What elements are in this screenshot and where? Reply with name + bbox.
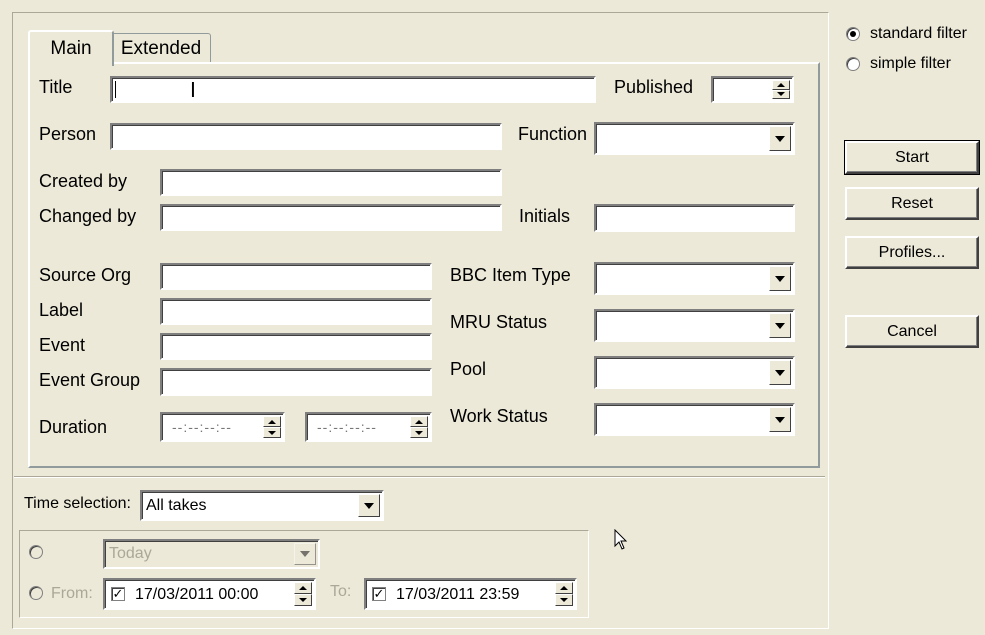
duration-from-spin-buttons[interactable]: [263, 416, 281, 438]
from-datetime-picker[interactable]: ✓ 17/03/2011 00:00: [103, 578, 316, 610]
to-datetime-value: 17/03/2011 23:59: [396, 586, 520, 603]
spin-down-icon[interactable]: [263, 427, 281, 438]
from-to-radio[interactable]: [29, 586, 43, 600]
spin-down-icon[interactable]: [772, 89, 790, 99]
mouse-pointer-icon: [614, 529, 628, 550]
tab-main-label: Main: [50, 38, 92, 59]
spin-down-icon[interactable]: [555, 594, 573, 606]
published-spinner[interactable]: [711, 76, 794, 103]
event-group-label: Event Group: [39, 370, 141, 390]
search-dialog: { "tabs": { "main": "Main", "extended": …: [0, 0, 985, 635]
text-cursor: [115, 81, 116, 98]
chevron-down-icon[interactable]: [358, 494, 380, 517]
simple-filter-label[interactable]: simple filter: [870, 55, 951, 73]
function-label: Function: [518, 124, 588, 144]
spin-down-icon[interactable]: [410, 427, 428, 438]
relative-time-value: Today: [109, 545, 152, 562]
label-input[interactable]: [160, 298, 432, 325]
pool-select[interactable]: [594, 356, 795, 389]
duration-from-spinner[interactable]: --:--:--:--: [160, 412, 285, 442]
radio-selected-dot: [850, 31, 856, 37]
from-label: From:: [51, 585, 93, 602]
profiles-button[interactable]: Profiles...: [845, 236, 979, 269]
separator: [14, 476, 825, 478]
event-input[interactable]: [160, 333, 432, 360]
initials-input[interactable]: [594, 204, 795, 232]
person-label: Person: [39, 124, 97, 144]
source-org-input[interactable]: [160, 263, 432, 290]
duration-to-spin-buttons[interactable]: [410, 416, 428, 438]
event-group-input[interactable]: [160, 368, 432, 396]
from-spin-buttons[interactable]: [294, 582, 312, 606]
to-enabled-checkbox[interactable]: ✓: [372, 587, 386, 601]
chevron-down-icon[interactable]: [769, 266, 791, 291]
label-label: Label: [39, 300, 84, 320]
time-selection-select[interactable]: All takes: [140, 490, 384, 521]
spin-up-icon[interactable]: [772, 80, 790, 90]
title-input[interactable]: I: [110, 76, 596, 103]
spin-up-icon[interactable]: [294, 582, 312, 594]
bbc-item-type-select[interactable]: [594, 262, 795, 295]
spin-up-icon[interactable]: [410, 416, 428, 427]
created-by-input[interactable]: [160, 169, 502, 196]
duration-label: Duration: [39, 417, 108, 437]
reset-button[interactable]: Reset: [845, 187, 979, 220]
mru-status-select[interactable]: [594, 309, 795, 342]
person-input[interactable]: [110, 123, 502, 150]
title-label: Title: [39, 77, 73, 97]
standard-filter-label[interactable]: standard filter: [870, 25, 967, 43]
chevron-down-icon[interactable]: [769, 126, 791, 151]
standard-filter-radio[interactable]: [846, 27, 860, 41]
ibeam-cursor-icon: I: [190, 78, 196, 102]
cancel-button[interactable]: Cancel: [845, 315, 979, 348]
chevron-down-icon[interactable]: [294, 543, 316, 565]
work-status-select[interactable]: [594, 403, 795, 436]
duration-from-value: --:--:--:--: [172, 419, 232, 435]
duration-to-spinner[interactable]: --:--:--:--: [305, 412, 432, 442]
from-enabled-checkbox[interactable]: ✓: [111, 587, 125, 601]
relative-time-radio[interactable]: [29, 545, 43, 559]
tab-extended-label: Extended: [120, 38, 202, 59]
changed-by-label: Changed by: [39, 206, 137, 226]
tab-main[interactable]: Main: [28, 30, 114, 66]
mru-status-label: MRU Status: [450, 312, 548, 332]
work-status-label: Work Status: [450, 406, 548, 426]
spin-up-icon[interactable]: [263, 416, 281, 427]
time-selection-label: Time selection:: [24, 495, 131, 512]
spin-up-icon[interactable]: [555, 582, 573, 594]
to-spin-buttons[interactable]: [555, 582, 573, 606]
from-datetime-value: 17/03/2011 00:00: [135, 586, 259, 603]
chevron-down-icon[interactable]: [769, 360, 791, 385]
to-label: To:: [330, 583, 352, 600]
time-selection-value: All takes: [146, 497, 207, 514]
pool-label: Pool: [450, 359, 487, 379]
duration-to-value: --:--:--:--: [317, 419, 377, 435]
chevron-down-icon[interactable]: [769, 407, 791, 432]
simple-filter-radio[interactable]: [846, 57, 860, 71]
to-datetime-picker[interactable]: ✓ 17/03/2011 23:59: [364, 578, 577, 610]
tab-extended[interactable]: Extended: [111, 33, 211, 64]
changed-by-input[interactable]: [160, 204, 502, 231]
relative-time-select[interactable]: Today: [103, 539, 320, 569]
published-label: Published: [614, 77, 694, 97]
created-by-label: Created by: [39, 171, 128, 191]
event-label: Event: [39, 335, 86, 355]
source-org-label: Source Org: [39, 265, 132, 285]
chevron-down-icon[interactable]: [769, 313, 791, 338]
initials-label: Initials: [519, 206, 571, 226]
bbc-item-type-label: BBC Item Type: [450, 265, 571, 285]
function-select[interactable]: [594, 122, 795, 155]
spin-down-icon[interactable]: [294, 594, 312, 606]
start-button[interactable]: Start: [844, 140, 980, 175]
published-spin-buttons[interactable]: [772, 80, 790, 99]
